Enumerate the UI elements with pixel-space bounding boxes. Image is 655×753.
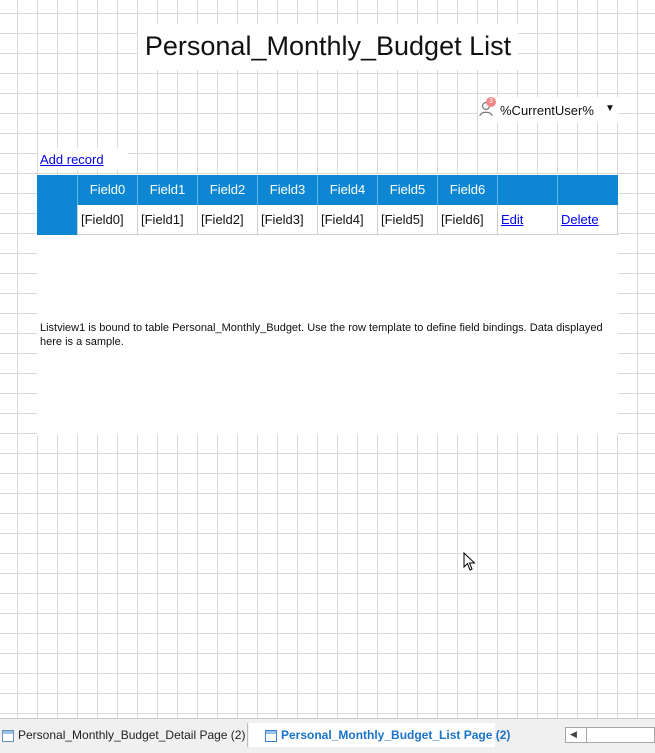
edit-cell: Edit	[497, 205, 557, 235]
table-cell[interactable]: [Field3]	[257, 205, 317, 235]
tab-detail-page[interactable]: Personal_Monthly_Budget_Detail Page (2)	[0, 723, 248, 747]
page-tab-bar: Personal_Monthly_Budget_Detail Page (2) …	[0, 718, 655, 753]
current-user-name: %CurrentUser%	[500, 103, 594, 118]
scrollbar-divider	[586, 728, 587, 742]
column-header[interactable]: Field4	[317, 175, 377, 205]
title-container[interactable]: Personal_Monthly_Budget List	[138, 24, 518, 70]
add-record-link[interactable]: Add record	[40, 152, 104, 167]
page-title: Personal_Monthly_Budget List	[144, 31, 512, 61]
delete-cell: Delete	[557, 205, 618, 235]
column-header[interactable]: Field0	[77, 175, 137, 205]
column-header[interactable]: Field1	[137, 175, 197, 205]
tab-label: Personal_Monthly_Budget_Detail Page (2)	[18, 728, 246, 742]
tab-label: Personal_Monthly_Budget_List Page (2)	[281, 728, 511, 742]
page-icon	[2, 729, 14, 742]
current-user-dropdown[interactable]: 3 %CurrentUser% ▼	[478, 97, 618, 123]
dropdown-caret-icon[interactable]: ▼	[605, 103, 615, 114]
design-canvas[interactable]: Personal_Monthly_Budget List 3 %CurrentU…	[0, 0, 655, 718]
listview-header-row: Field0 Field1 Field2 Field3 Field4 Field…	[37, 175, 618, 205]
table-cell[interactable]: [Field4]	[317, 205, 377, 235]
row-selector[interactable]	[37, 205, 77, 235]
notification-badge: 3	[486, 97, 496, 107]
table-cell[interactable]: [Field6]	[437, 205, 497, 235]
column-header[interactable]: Field3	[257, 175, 317, 205]
table-cell[interactable]: [Field0]	[77, 205, 137, 235]
delete-link[interactable]: Delete	[561, 212, 599, 227]
add-record-container: Add record	[38, 148, 128, 170]
mouse-cursor-icon	[463, 552, 476, 571]
column-header[interactable]: Field2	[197, 175, 257, 205]
scroll-left-icon[interactable]: ◀	[570, 729, 577, 740]
table-cell[interactable]: [Field1]	[137, 205, 197, 235]
listview-info-text: Listview1 is bound to table Personal_Mon…	[40, 322, 603, 348]
table-cell[interactable]: [Field5]	[377, 205, 437, 235]
listview[interactable]: Field0 Field1 Field2 Field3 Field4 Field…	[37, 175, 618, 435]
column-header-delete[interactable]	[557, 175, 618, 205]
column-header[interactable]: Field5	[377, 175, 437, 205]
tab-scrollbar[interactable]: ◀	[565, 727, 655, 743]
table-cell[interactable]: [Field2]	[197, 205, 257, 235]
table-row[interactable]: [Field0] [Field1] [Field2] [Field3] [Fie…	[37, 205, 618, 235]
tab-list-page[interactable]: Personal_Monthly_Budget_List Page (2)	[249, 723, 510, 747]
column-header-edit[interactable]	[497, 175, 557, 205]
edit-link[interactable]: Edit	[501, 212, 523, 227]
column-header[interactable]: Field6	[437, 175, 497, 205]
page-icon	[265, 729, 277, 742]
